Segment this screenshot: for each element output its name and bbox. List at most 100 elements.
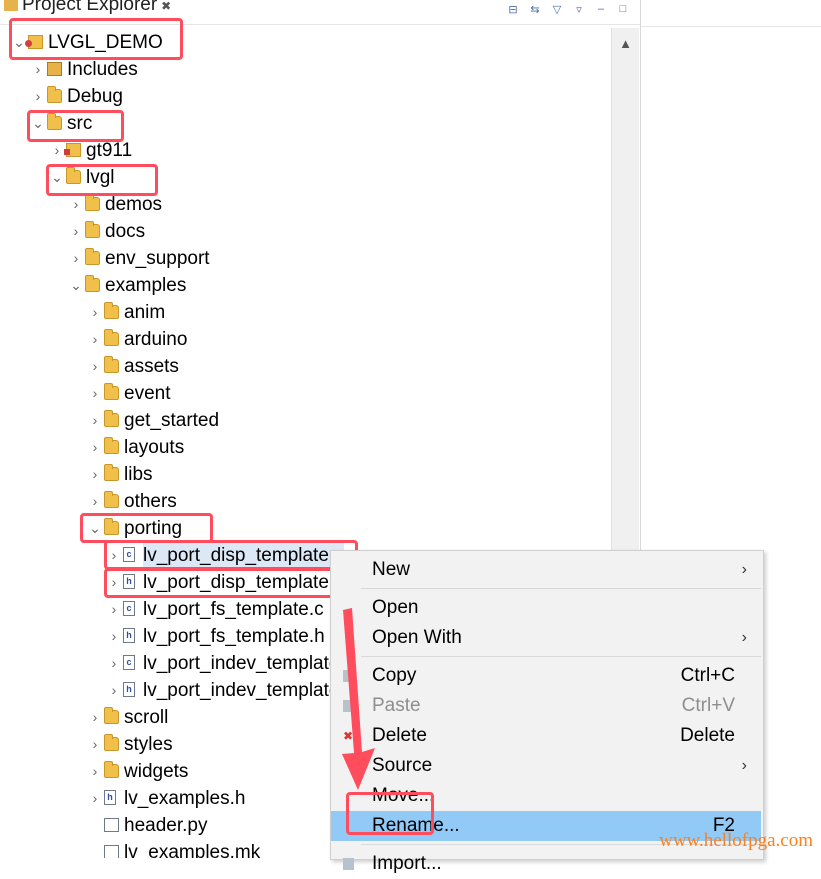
menu-item-open-with[interactable]: Open With › [331, 623, 761, 653]
tree-item-label: lvgl [86, 167, 115, 188]
editor-tab-strip [641, 0, 821, 27]
folder-icon [85, 194, 100, 211]
folder-icon [47, 86, 62, 103]
chevron-right-icon[interactable]: › [108, 650, 120, 677]
project-icon [25, 35, 43, 49]
tree-item-label: lv_port_indev_template.c [143, 653, 355, 674]
view-menu-icon[interactable]: ▿ [572, 2, 586, 16]
tree-item[interactable]: › docs [0, 218, 610, 245]
tree-item[interactable]: › layouts [0, 434, 610, 461]
chevron-down-icon[interactable]: ⌄ [89, 515, 101, 542]
chevron-right-icon[interactable]: › [89, 488, 101, 515]
tree-item-label: demos [105, 194, 163, 215]
menu-item-copy[interactable]: Copy Ctrl+C [331, 661, 761, 691]
chevron-down-icon[interactable]: ⌄ [13, 29, 25, 56]
tree-item[interactable]: › assets [0, 353, 610, 380]
link-with-editor-icon[interactable]: ⇆ [528, 2, 542, 16]
tree-item[interactable]: ⌄ src [0, 110, 610, 137]
chevron-right-icon[interactable]: › [89, 731, 101, 758]
chevron-right-icon[interactable]: › [70, 218, 82, 245]
tree-item[interactable]: ⌄ LVGL_DEMO [0, 29, 610, 56]
menu-item-label: Open With [372, 627, 462, 648]
chevron-right-icon[interactable]: › [32, 83, 44, 110]
chevron-down-icon[interactable]: ⌄ [70, 272, 82, 299]
delete-icon: ✖ [343, 729, 354, 743]
tree-item[interactable]: › get_started [0, 407, 610, 434]
chevron-right-icon[interactable]: › [108, 623, 120, 650]
close-tab-icon[interactable]: ✖ [161, 0, 171, 13]
chevron-right-icon[interactable]: › [70, 245, 82, 272]
chevron-right-icon[interactable]: › [89, 380, 101, 407]
view-tab-bar: Project Explorer ✖ ⊟ ⇆ ▽ ▿ – □ [0, 0, 640, 25]
tree-item-label: libs [124, 464, 153, 485]
menu-item-label: Rename... [372, 815, 460, 836]
chevron-right-icon[interactable]: › [89, 353, 101, 380]
tree-item[interactable]: › event [0, 380, 610, 407]
tree-item[interactable]: ⌄ porting [0, 515, 610, 542]
chevron-right-icon[interactable]: › [108, 596, 120, 623]
chevron-right-icon[interactable]: › [89, 407, 101, 434]
h-file-icon: h [104, 790, 116, 805]
tree-item[interactable]: › env_support [0, 245, 610, 272]
chevron-right-icon[interactable]: › [89, 758, 101, 785]
tree-item[interactable]: ⌄ lvgl [0, 164, 610, 191]
chevron-right-icon[interactable]: › [89, 785, 101, 812]
tree-item[interactable]: › others [0, 488, 610, 515]
menu-separator [361, 588, 761, 589]
tree-item[interactable]: › libs [0, 461, 610, 488]
chevron-right-icon[interactable]: › [32, 56, 44, 83]
scroll-up-icon[interactable]: ▲ [612, 28, 639, 58]
tree-item-label: Includes [67, 59, 138, 80]
filter-icon[interactable]: ▽ [550, 2, 564, 16]
chevron-right-icon[interactable]: › [89, 326, 101, 353]
menu-item-label: Copy [372, 665, 417, 686]
chevron-right-icon[interactable]: › [89, 299, 101, 326]
chevron-down-icon[interactable]: ⌄ [32, 110, 44, 137]
chevron-right-icon[interactable]: › [89, 461, 101, 488]
tree-item[interactable]: › gt911 [0, 137, 610, 164]
project-explorer-tab[interactable]: Project Explorer ✖ [4, 0, 171, 16]
py-file-icon [104, 818, 119, 832]
minimize-icon[interactable]: – [594, 2, 608, 16]
tree-item[interactable]: › Includes [0, 56, 610, 83]
chevron-right-icon[interactable]: › [89, 434, 101, 461]
tree-item-label: porting [124, 518, 183, 539]
collapse-all-icon[interactable]: ⊟ [506, 2, 520, 16]
tree-item[interactable]: › Debug [0, 83, 610, 110]
tree-item-label: LVGL_DEMO [48, 32, 163, 53]
tree-item-label: lv_port_indev_template.h [143, 680, 356, 701]
chevron-right-icon[interactable]: › [108, 569, 120, 596]
chevron-right-icon[interactable]: › [51, 137, 63, 164]
menu-item-paste[interactable]: Paste Ctrl+V [331, 691, 761, 721]
tree-item-label: env_support [105, 248, 210, 269]
menu-item-new[interactable]: New › [331, 555, 761, 585]
maximize-icon[interactable]: □ [616, 2, 630, 16]
import-icon [343, 858, 354, 870]
tree-item-label: examples [105, 275, 187, 296]
folder-icon [104, 518, 119, 535]
tree-item-label: docs [105, 221, 146, 242]
tree-item[interactable]: › demos [0, 191, 610, 218]
copy-icon [343, 670, 354, 682]
tree-item[interactable]: › arduino [0, 326, 610, 353]
chevron-right-icon[interactable]: › [108, 677, 120, 704]
chevron-right-icon[interactable]: › [70, 191, 82, 218]
menu-item-move[interactable]: Move... [331, 781, 761, 811]
menu-item-open[interactable]: Open [331, 593, 761, 623]
tree-item[interactable]: ⌄ examples [0, 272, 610, 299]
tree-item[interactable]: › anim [0, 299, 610, 326]
menu-item-label: New [372, 559, 411, 580]
chevron-down-icon[interactable]: ⌄ [51, 164, 63, 191]
menu-item-import[interactable]: Import... [331, 849, 761, 879]
h-file-icon: h [123, 574, 135, 589]
submenu-arrow-icon: › [741, 757, 747, 774]
menu-item-delete[interactable]: ✖ Delete Delete [331, 721, 761, 751]
c-file-icon: c [123, 655, 135, 670]
menu-item-source[interactable]: Source › [331, 751, 761, 781]
folder-icon [104, 761, 119, 778]
chevron-right-icon[interactable]: › [108, 542, 120, 569]
paste-icon [343, 700, 354, 712]
menu-item-label: Source [372, 755, 433, 776]
chevron-right-icon[interactable]: › [89, 704, 101, 731]
project-explorer-icon [4, 0, 18, 11]
